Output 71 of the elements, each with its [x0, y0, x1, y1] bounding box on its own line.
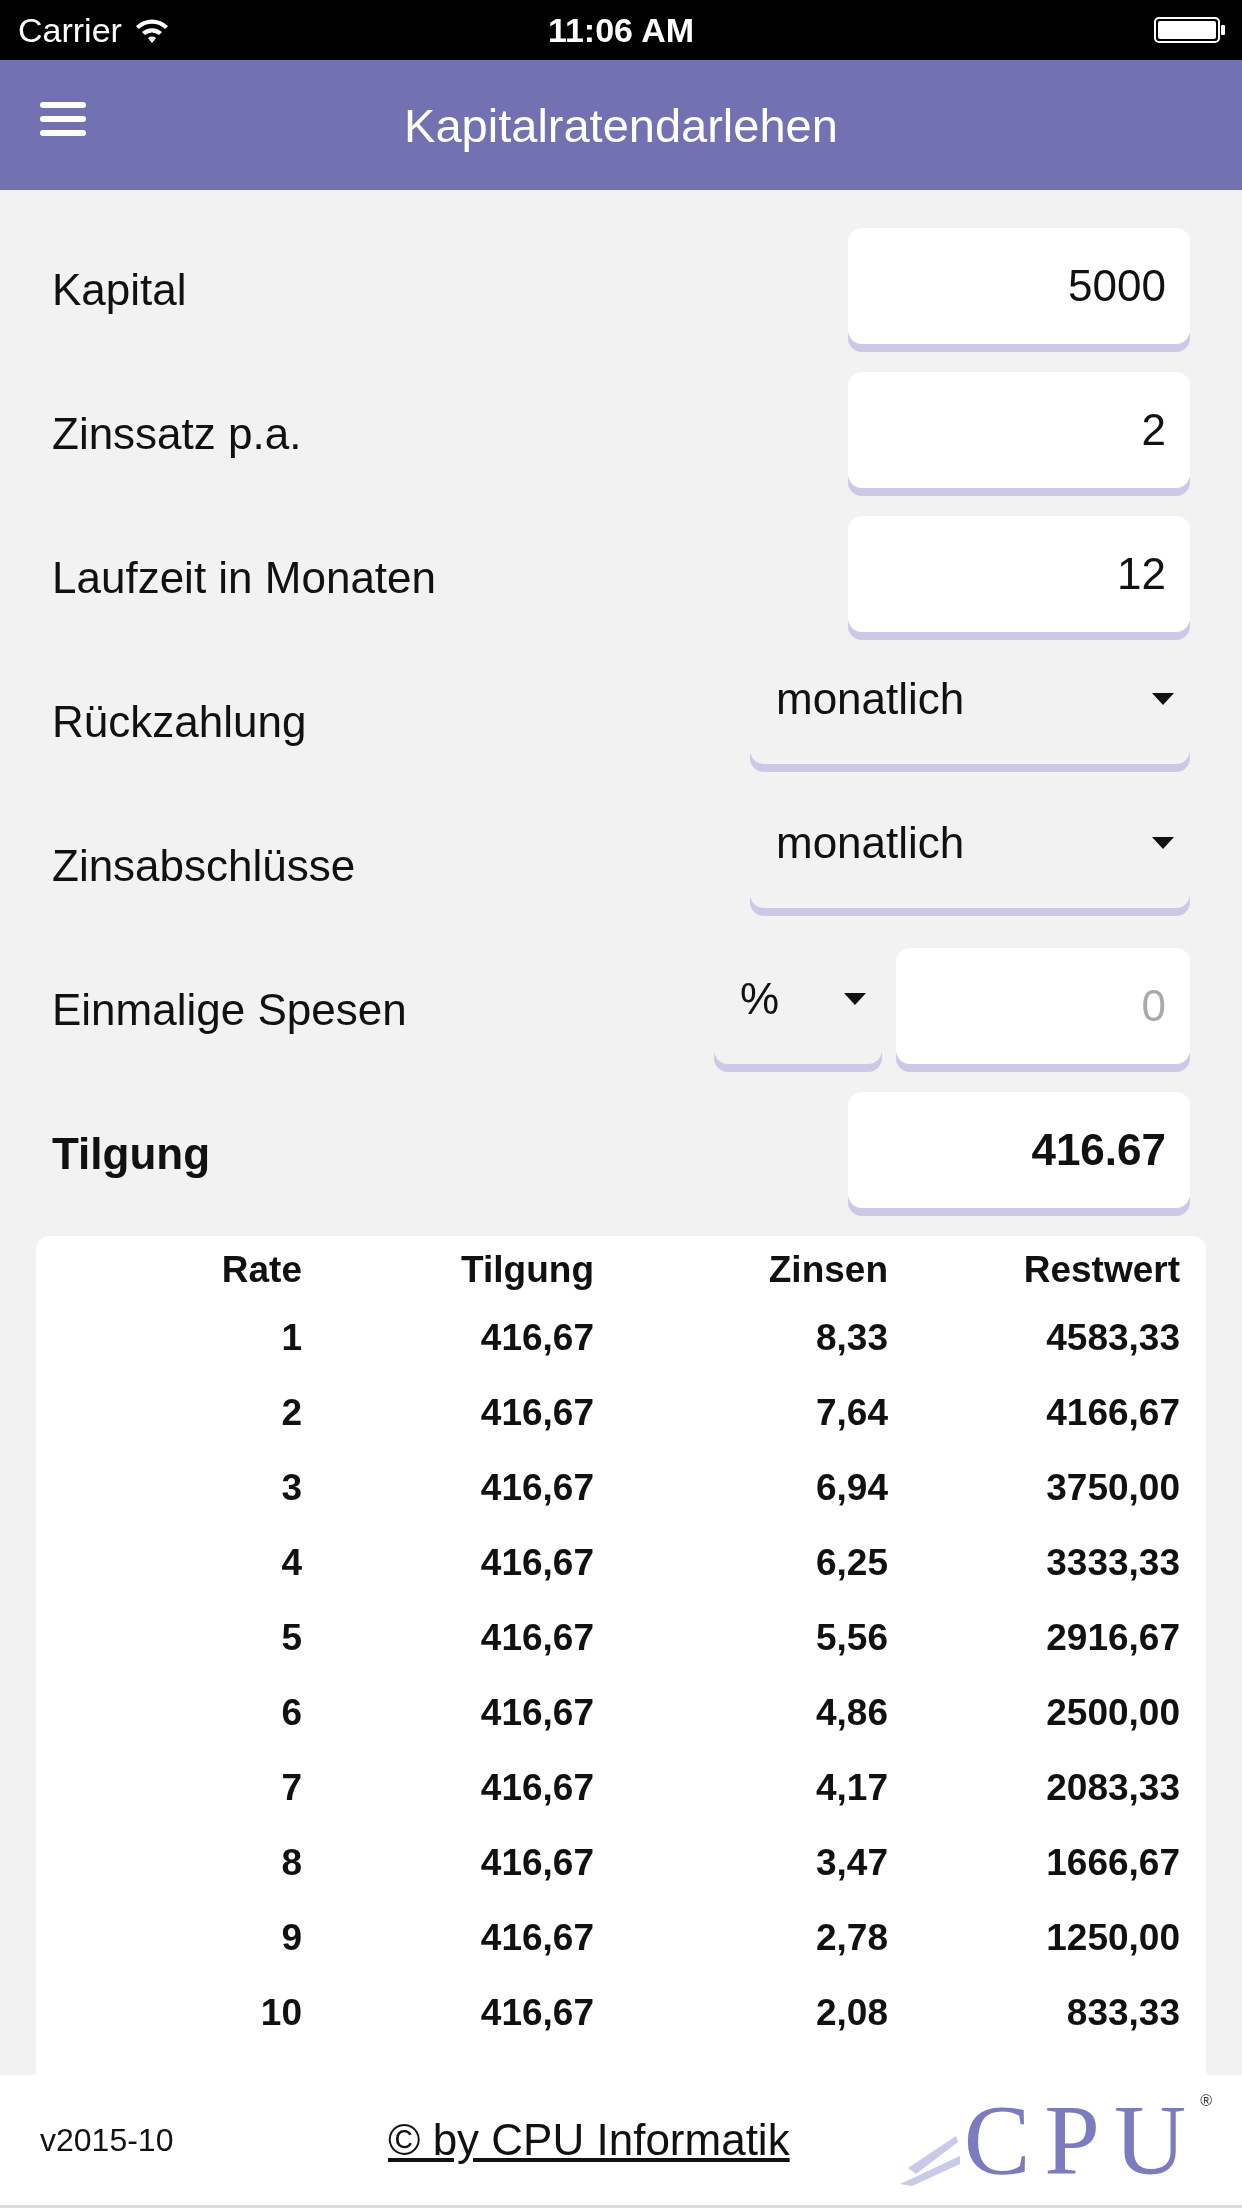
table-cell-text: 9	[280, 1916, 302, 1960]
table-cell-text: 10	[259, 1991, 302, 2035]
table-cell-text: 416,67	[479, 1691, 594, 1735]
table-cell-text: 6	[280, 1691, 302, 1735]
table-cell-text: 1	[280, 1316, 302, 1360]
table-cell-text: 5,56	[815, 1616, 888, 1660]
field-label: Einmalige Spesen	[52, 985, 408, 1035]
table-cell-text: 416,67	[479, 1991, 594, 2035]
table-cell-text: 3333,33	[1045, 1541, 1180, 1585]
status-time: 11:06 AM	[547, 10, 695, 50]
table-cell-text: 8,33	[815, 1316, 888, 1360]
table-cell-text: 4,17	[815, 1766, 888, 1810]
caret-icon	[844, 993, 866, 1005]
battery-icon	[1154, 16, 1226, 44]
table-cell-text: 416,67	[479, 1766, 594, 1810]
table-cell-text: 4166,67	[1045, 1391, 1180, 1435]
carrier-label: Carrier	[18, 10, 122, 50]
version-label: v2015-10	[40, 2121, 175, 2159]
column-header: Restwert	[1022, 1248, 1180, 1292]
brush-stroke-drawing	[899, 2136, 960, 2186]
field-label: Laufzeit in Monaten	[52, 553, 438, 603]
table-cell-text: 416,67	[479, 1316, 594, 1360]
field-label: Rückzahlung	[52, 697, 308, 747]
table-cell-text: 6,94	[815, 1466, 888, 1510]
dropdown[interactable]: monatlich	[750, 792, 1190, 908]
menu-button[interactable]	[40, 102, 86, 136]
table-cell-text: 833,33	[1065, 1991, 1180, 2035]
table-cell-text: 3,47	[815, 1841, 888, 1885]
table-cell-text: 2	[280, 1391, 302, 1435]
unit-dropdown[interactable]: %	[714, 948, 882, 1064]
table-cell-text: 416,67	[479, 1916, 594, 1960]
dropdown[interactable]: monatlich	[750, 648, 1190, 764]
column-header: Rate	[220, 1248, 302, 1292]
table-cell-text: 1666,67	[1045, 1841, 1180, 1885]
table-cell-text: 416,67	[479, 1841, 594, 1885]
field-label: Zinsabschlüsse	[52, 841, 357, 891]
input-field[interactable]: 0	[896, 948, 1190, 1064]
table-cell-text: 416,67	[479, 1541, 594, 1585]
column-header: Tilgung	[460, 1248, 594, 1292]
field-label: Tilgung	[52, 1129, 212, 1179]
table-cell-text: 416,67	[479, 1466, 594, 1510]
input-field[interactable]: 2	[848, 372, 1190, 488]
table-cell-text: 416,67	[479, 1616, 594, 1660]
table-cell-text: 3	[280, 1466, 302, 1510]
column-header: Zinsen	[767, 1248, 888, 1292]
table-cell-text: 5	[280, 1616, 302, 1660]
table-cell-text: 7	[280, 1766, 302, 1810]
input-field[interactable]: 12	[848, 516, 1190, 632]
table-cell-text: 2,08	[815, 1991, 888, 2035]
table-cell-text: 2916,67	[1045, 1616, 1180, 1660]
table-cell-text: 416,67	[479, 1391, 594, 1435]
registered-mark: ®	[1200, 2092, 1212, 2110]
table-cell-text: 3750,00	[1045, 1466, 1180, 1510]
logo-text: CPU	[963, 2090, 1201, 2190]
field-label: Zinssatz p.a.	[52, 409, 303, 459]
input-field[interactable]: 5000	[848, 228, 1190, 344]
page-title: Kapitalratendarlehen	[404, 97, 838, 153]
table-cell-text: 8	[280, 1841, 302, 1885]
table-cell-text: 6,25	[815, 1541, 888, 1585]
field-label: Kapital	[52, 265, 188, 315]
table-cell-text: 2500,00	[1045, 1691, 1180, 1735]
table-cell-text: 7,64	[815, 1391, 888, 1435]
table-cell-text: 4	[280, 1541, 302, 1585]
table-cell-text: 1250,00	[1045, 1916, 1180, 1960]
table-cell-text: 4,86	[815, 1691, 888, 1735]
table-cell-text: 2083,33	[1045, 1766, 1180, 1810]
caret-icon	[1152, 837, 1174, 849]
caret-icon	[1152, 693, 1174, 705]
table-cell-text: 2,78	[815, 1916, 888, 1960]
copyright-link[interactable]: © by CPU Informatik	[388, 2115, 790, 2165]
table-cell-text: 4583,33	[1045, 1316, 1180, 1360]
